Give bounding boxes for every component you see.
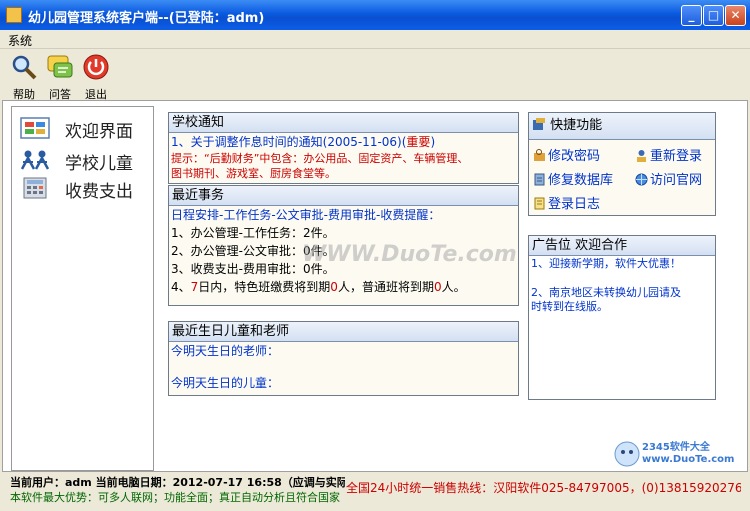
log-icon bbox=[534, 197, 545, 210]
window-title: 幼儿园管理系统客户端--(已登陆：adm) bbox=[28, 11, 265, 26]
close-button[interactable]: ✕ bbox=[725, 5, 746, 26]
recent-line-1: 1、办公管理-工作任务：2件。 bbox=[171, 226, 335, 240]
notice-item[interactable]: 1、关于调整作息时间的通知(2005-11-06)(重要) bbox=[169, 133, 518, 151]
welcome-icon bbox=[20, 117, 50, 139]
quick-change-password[interactable]: 修改密码 bbox=[533, 145, 600, 164]
database-repair-icon bbox=[534, 173, 545, 186]
corner-watermark: 2345软件大全 www.DuoTe.com bbox=[612, 436, 748, 470]
left-navigation: 欢迎界面 学校儿童 收费支出 bbox=[11, 106, 154, 471]
ad-title: 广告位 欢迎合作 bbox=[529, 236, 715, 256]
nav-item-children[interactable]: 学校儿童 bbox=[20, 147, 150, 174]
title-bar[interactable]: 幼儿园管理系统客户端--(已登陆：adm) _ □ ✕ bbox=[0, 0, 750, 30]
maximize-button[interactable]: □ bbox=[703, 5, 724, 26]
help-magnifier-icon bbox=[12, 55, 37, 80]
ad-line-2[interactable]: 2、南京地区未转换幼儿园请及 bbox=[529, 286, 715, 300]
birthday-children: 今明天生日的儿童： bbox=[171, 376, 280, 390]
birthday-title: 最近生日儿童和老师 bbox=[169, 322, 518, 342]
school-notice-title: 学校通知 bbox=[169, 113, 518, 133]
quick-functions-header: 快捷功能 bbox=[529, 113, 715, 140]
user-relogin-icon bbox=[637, 150, 646, 162]
minimize-button[interactable]: _ bbox=[681, 5, 702, 26]
quick-functions-icon bbox=[533, 118, 545, 130]
nav-item-welcome[interactable]: 欢迎界面 bbox=[20, 115, 150, 142]
nav-item-fees[interactable]: 收费支出 bbox=[20, 175, 150, 202]
key-icon bbox=[534, 149, 545, 161]
sales-hotline-ticker: 全国24小时统一销售热线：汉阳软件025-84797005，(0)1381592… bbox=[346, 481, 741, 495]
ad-line-3[interactable]: 时转到在线版。 bbox=[529, 300, 715, 314]
globe-icon bbox=[635, 173, 648, 186]
mascot-icon bbox=[614, 441, 640, 467]
power-icon bbox=[83, 54, 109, 80]
exit-button[interactable]: 退出 bbox=[78, 51, 114, 101]
app-icon bbox=[6, 7, 22, 23]
status-current-user: 当前用户：adm 当前电脑日期：2012-07-17 16:58（应调与实际 bbox=[10, 476, 345, 488]
menu-system[interactable]: 系统 bbox=[8, 32, 32, 49]
recent-header[interactable]: 日程安排-工作任务-公文审批-费用审批-收费提醒： bbox=[169, 206, 518, 224]
ad-panel: 广告位 欢迎合作 1、迎接新学期，软件大优惠！ 2、南京地区未转换幼儿园请及 时… bbox=[528, 235, 716, 400]
quick-login-log[interactable]: 登录日志 bbox=[533, 193, 600, 212]
toolbar: 帮助 问答 退出 bbox=[0, 49, 750, 101]
recent-affairs-title: 最近事务 bbox=[169, 186, 518, 206]
notice-tip-line2: 图书期刊、游戏室、厨房食堂等。 bbox=[171, 167, 336, 180]
qa-button[interactable]: 问答 bbox=[42, 51, 78, 101]
children-icon bbox=[20, 150, 50, 170]
quick-relogin[interactable]: 重新登录 bbox=[635, 145, 702, 164]
school-notice-panel: 学校通知 1、关于调整作息时间的通知(2005-11-06)(重要) 提示：“后… bbox=[168, 112, 519, 184]
calculator-icon bbox=[23, 177, 47, 199]
birthday-panel: 最近生日儿童和老师 今明天生日的老师： 今明天生日的儿童： bbox=[168, 321, 519, 396]
quick-visit-website[interactable]: 访问官网 bbox=[635, 169, 702, 188]
duote-watermark: WWW.DuoTe.com bbox=[302, 242, 517, 267]
birthday-teachers: 今明天生日的老师： bbox=[171, 344, 280, 358]
menu-bar: 系统 bbox=[0, 30, 750, 49]
quick-functions-panel: 快捷功能 修改密码 重新登录 修复数据库 访问官网 登录日志 bbox=[528, 112, 716, 216]
qa-chat-icon bbox=[47, 55, 73, 78]
notice-tip-line1: 提示：“后勤财务”中包含：办公用品、固定资产、车辆管理、 bbox=[171, 152, 469, 165]
help-button[interactable]: 帮助 bbox=[6, 51, 42, 101]
quick-repair-database[interactable]: 修复数据库 bbox=[533, 169, 613, 188]
status-advantage: 本软件最大优势：可多人联网；功能全面；真正自动分析且符合国家 bbox=[10, 491, 340, 503]
recent-line-4: 4、7日内，特色班缴费将到期0人，普通班将到期0人。 bbox=[171, 280, 466, 294]
ad-line-1[interactable]: 1、迎接新学期，软件大优惠！ bbox=[529, 256, 715, 272]
